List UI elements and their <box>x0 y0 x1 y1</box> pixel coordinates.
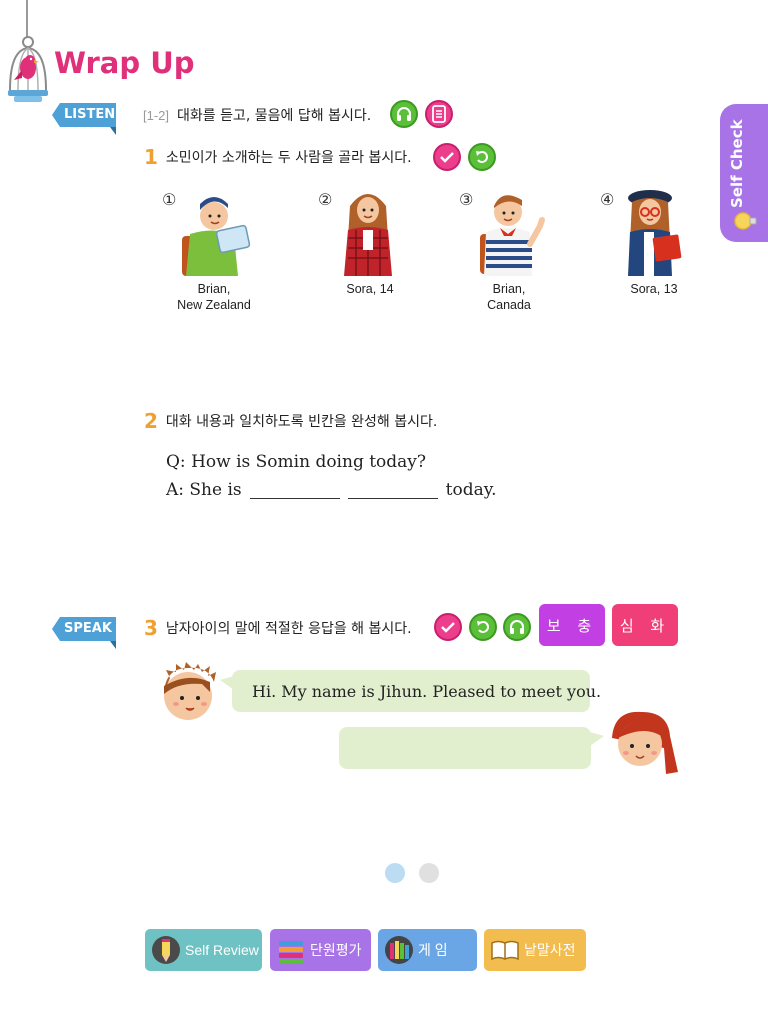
books-icon <box>279 941 303 963</box>
q2-answer-end: today. <box>445 480 497 500</box>
q1-instruction: 소민이가 소개하는 두 사람을 골라 봅시다. <box>165 150 412 166</box>
self-check-label: Self Check <box>728 119 746 208</box>
q1-check-button[interactable] <box>433 143 461 171</box>
q1-retry-button[interactable] <box>468 143 496 171</box>
listen-instruction: 대화를 듣고, 물음에 답해 봅시다. <box>177 108 372 124</box>
option-3-caption: Brian, Canada <box>454 281 564 313</box>
option-2-caption: Sora, 14 <box>346 282 394 296</box>
q2-answer-start: A: She is <box>166 480 242 500</box>
checkmark-icon <box>441 622 455 633</box>
advanced-button[interactable]: 심 화 <box>612 604 678 646</box>
boy-speech-text: Hi. My name is Jihun. Pleased to meet yo… <box>252 682 602 701</box>
boy-avatar <box>164 662 216 720</box>
option-3-caption-line1: Brian, <box>492 282 526 296</box>
q3-check-button[interactable] <box>434 613 462 641</box>
open-book-icon <box>491 940 519 961</box>
boy-bubble-pointer <box>220 676 234 690</box>
dictionary-button[interactable]: 낱말사전 <box>484 929 586 971</box>
self-review-button[interactable]: Self Review <box>145 929 262 971</box>
q2-instruction: 대화 내용과 일치하도록 빈칸을 완성해 봅시다. <box>165 414 438 430</box>
q3-retry-button[interactable] <box>469 613 497 641</box>
q2-question: Q: How is Somin doing today? <box>166 452 427 472</box>
brian-canada-illustration[interactable] <box>474 186 550 276</box>
undo-icon <box>476 151 488 163</box>
document-icon <box>432 105 446 123</box>
birdcage-icon <box>8 36 48 102</box>
pencil-icon <box>152 936 180 964</box>
unit-test-button[interactable]: 단원평가 <box>270 929 371 971</box>
headphones-icon <box>397 107 411 121</box>
game-label: 게 임 <box>418 942 448 958</box>
listen-tag: LISTEN <box>52 103 116 127</box>
girl-avatar <box>612 711 678 774</box>
girl-bubble-pointer <box>590 732 604 746</box>
q3-row: 3 남자아이의 말에 적절한 응답을 해 봅시다. <box>144 616 412 640</box>
self-review-label: Self Review <box>185 942 259 958</box>
game-button[interactable]: 게 임 <box>378 929 477 971</box>
q2-number: 2 <box>144 409 158 433</box>
page-title: Wrap Up <box>54 46 195 80</box>
script-button[interactable] <box>425 100 453 128</box>
crayons-icon <box>385 936 413 964</box>
q1-number: 1 <box>144 145 158 169</box>
q2-row: 2 대화 내용과 일치하도록 빈칸을 완성해 봅시다. <box>144 409 437 433</box>
option-2-number[interactable]: ② <box>318 190 332 209</box>
q2-answer-row: A: She is today. <box>166 480 496 500</box>
q3-instruction: 남자아이의 말에 적절한 응답을 해 봅시다. <box>165 621 412 637</box>
question-range: [1-2] <box>143 107 170 123</box>
listen-instruction-row: [1-2] 대화를 듣고, 물음에 답해 봅시다. <box>143 105 371 125</box>
option-4-caption: Sora, 13 <box>630 282 678 296</box>
option-4-number[interactable]: ④ <box>600 190 614 209</box>
undo-icon <box>477 621 489 633</box>
brian-new-zealand-illustration[interactable] <box>172 188 254 276</box>
listen-audio-button[interactable] <box>390 100 418 128</box>
option-1-caption-line1: Brian, <box>197 282 231 296</box>
speak-tag: SPEAK <box>52 617 116 641</box>
sora-14-illustration[interactable] <box>336 186 400 276</box>
page-dot-2[interactable] <box>419 863 439 883</box>
listen-tag-tail <box>110 127 116 135</box>
cage-string <box>26 0 28 38</box>
supplement-button[interactable]: 보 충 <box>539 604 605 646</box>
dictionary-label: 낱말사전 <box>524 942 576 958</box>
headphones-icon <box>510 620 524 634</box>
sora-13-illustration[interactable] <box>620 186 688 276</box>
option-3-number[interactable]: ③ <box>459 190 473 209</box>
lightbulb-icon <box>734 212 757 230</box>
q2-blank-1[interactable] <box>249 481 340 499</box>
option-1-caption: Brian, New Zealand <box>159 281 269 313</box>
q3-number: 3 <box>144 616 158 640</box>
unit-test-label: 단원평가 <box>310 942 362 958</box>
option-1-caption-line2: New Zealand <box>177 298 251 312</box>
speak-tag-tail <box>110 641 116 649</box>
q2-blank-2[interactable] <box>347 481 438 499</box>
q3-audio-button[interactable] <box>503 613 531 641</box>
q1-row: 1 소민이가 소개하는 두 사람을 골라 봅시다. <box>144 145 412 169</box>
option-3-caption-line2: Canada <box>487 298 531 312</box>
checkmark-icon <box>440 152 454 163</box>
page-dot-1[interactable] <box>385 863 405 883</box>
girl-response-bubble[interactable] <box>339 727 591 769</box>
